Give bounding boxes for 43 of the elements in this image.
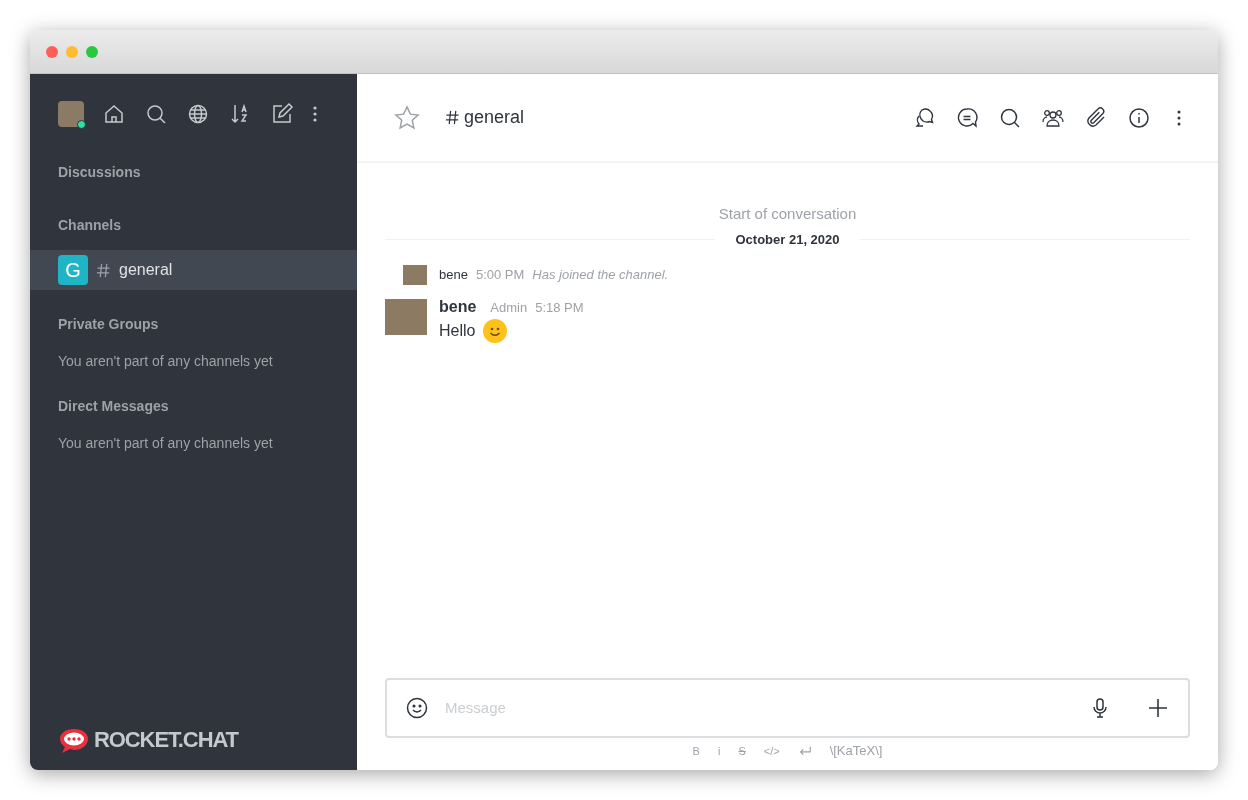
hashtag-icon: [96, 262, 111, 278]
section-heading: Direct Messages: [57, 397, 170, 416]
katex-format-button[interactable]: \[KaTeX\]: [829, 741, 883, 761]
channel-avatar: G: [58, 255, 88, 285]
discussion-icon[interactable]: [912, 105, 936, 130]
section-heading: Private Groups: [57, 315, 160, 334]
username[interactable]: bene: [439, 265, 468, 285]
smiley-emoji-icon: [483, 319, 508, 343]
message-time: 5:00 PM: [475, 266, 525, 285]
home-icon[interactable]: [102, 102, 126, 126]
edit-icon[interactable]: [270, 102, 294, 126]
search-icon[interactable]: [144, 102, 168, 126]
emoji-icon[interactable]: [405, 696, 429, 720]
empty-channels-text: You aren't part of any channels yet: [57, 434, 274, 453]
plus-icon[interactable]: [1146, 696, 1170, 720]
code-format-button[interactable]: </>: [763, 742, 780, 760]
logo-text: ROCKET.CHAT: [94, 726, 238, 754]
paperclip-icon[interactable]: [1084, 105, 1108, 130]
username[interactable]: bene: [439, 295, 477, 319]
avatar-photo-placeholder: [385, 299, 427, 335]
hashtag-icon: [445, 110, 460, 125]
section-heading: Channels: [57, 216, 122, 235]
user-avatar[interactable]: [58, 101, 84, 127]
section-heading: Discussions: [57, 163, 142, 182]
date-divider: October 21, 2020: [734, 230, 841, 249]
thread-icon[interactable]: [955, 105, 979, 130]
room-title: general: [464, 106, 525, 129]
italic-format-button[interactable]: i: [717, 742, 721, 760]
message-text: Hello: [439, 321, 476, 341]
conversation-start-label: Start of conversation: [717, 204, 858, 224]
avatar-photo-placeholder: [403, 265, 427, 285]
more-icon[interactable]: [1176, 108, 1182, 127]
channel-item[interactable]: G general: [30, 250, 357, 290]
message-time: 5:18 PM: [535, 299, 584, 317]
bold-format-button[interactable]: B: [692, 742, 700, 760]
empty-channels-text: You aren't part of any channels yet: [57, 352, 274, 371]
star-icon[interactable]: [393, 103, 421, 132]
role-tag: Admin: [490, 298, 528, 318]
system-message-text: Has joined the channel.: [532, 266, 669, 285]
info-icon[interactable]: [1127, 105, 1151, 130]
more-icon[interactable]: [312, 105, 318, 123]
strike-format-button[interactable]: S: [738, 742, 746, 760]
globe-icon[interactable]: [186, 102, 210, 126]
